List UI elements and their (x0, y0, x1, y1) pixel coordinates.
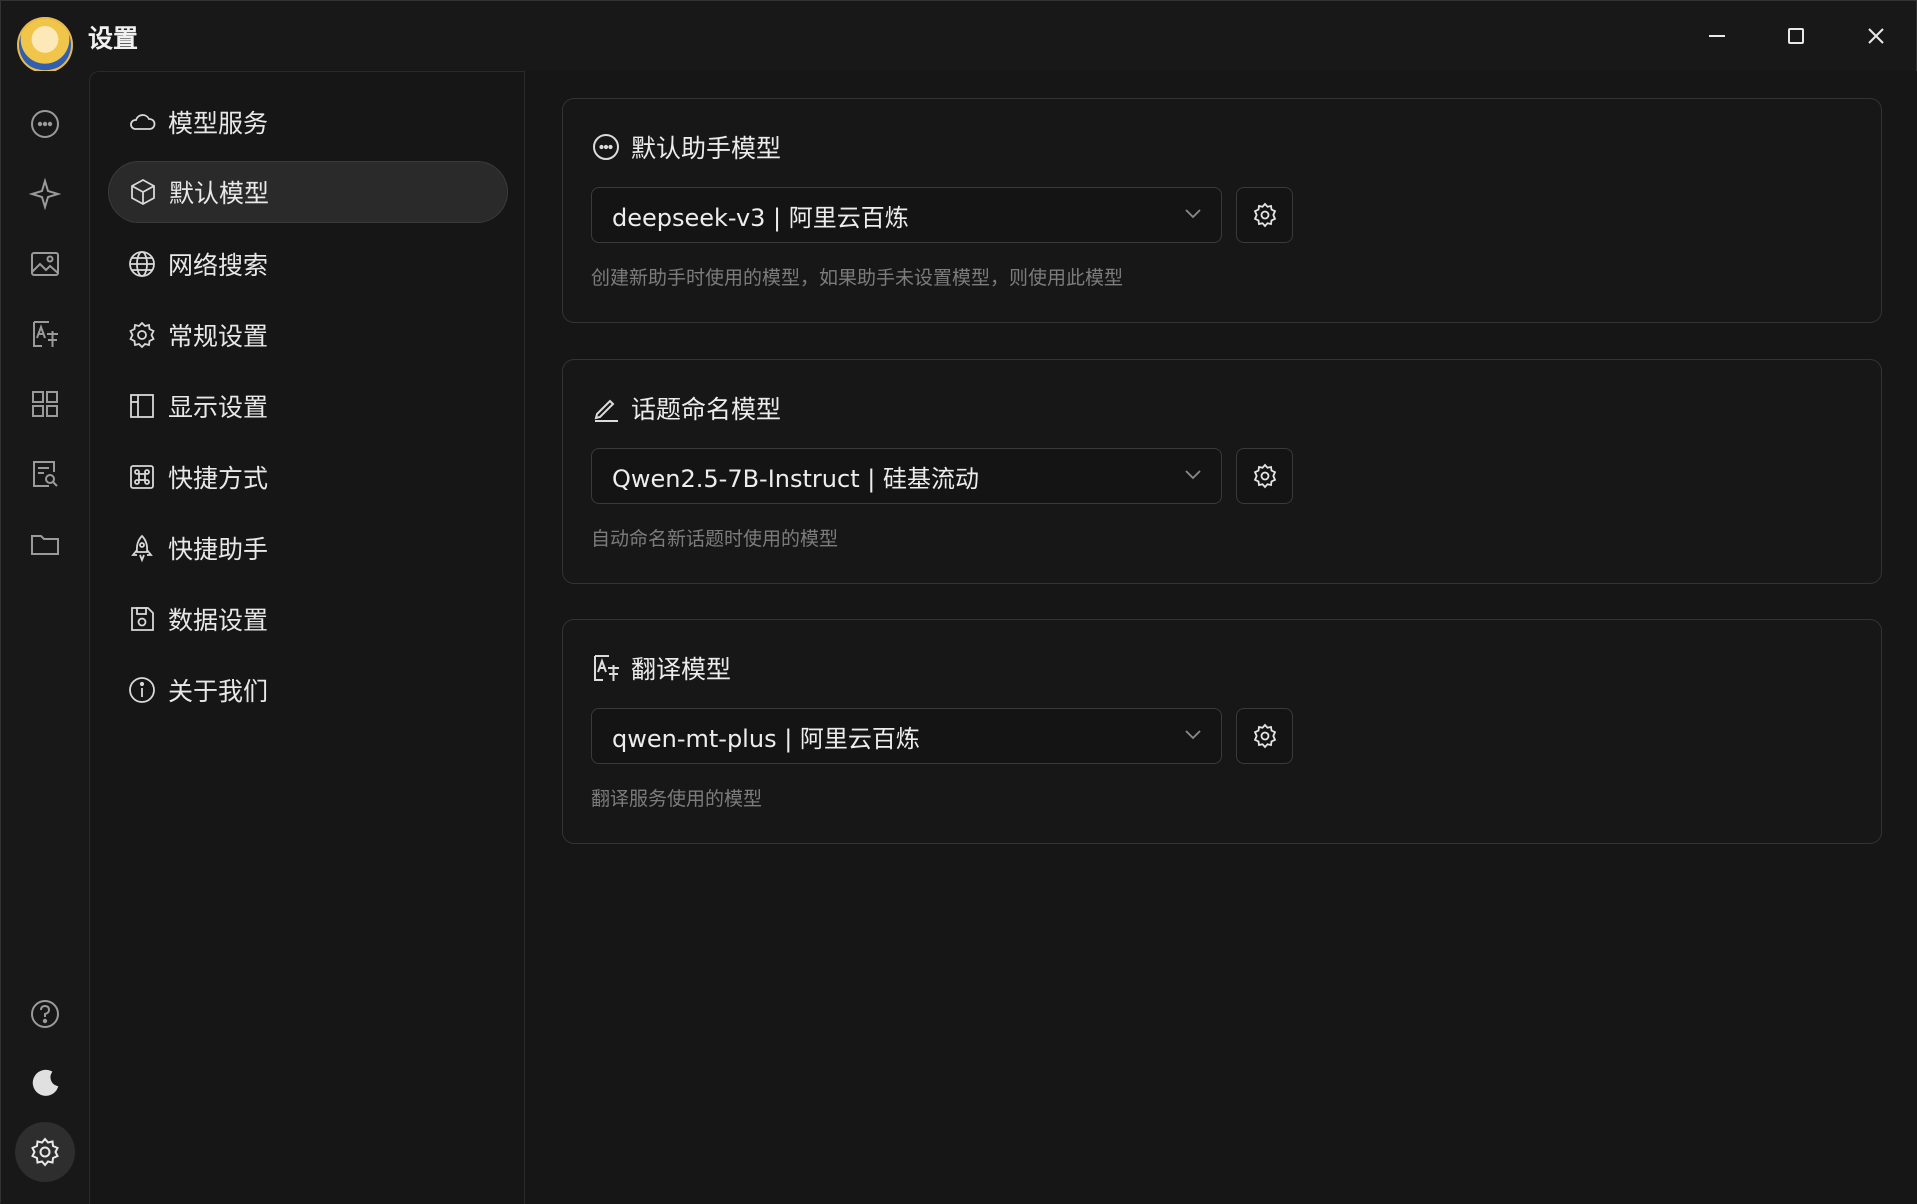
settings-menu: 模型服务 默认模型 网络搜索 常规设置 显示设置 快捷方式 快捷助手 数据设置 (89, 71, 525, 1204)
layout-icon (126, 390, 158, 422)
card-title: 翻译模型 (631, 655, 732, 684)
menu-item-label: 快捷方式 (168, 464, 269, 493)
menu-item-web-search[interactable]: 网络搜索 (108, 233, 508, 295)
rail-chat[interactable] (15, 94, 75, 154)
card-header: 默认助手模型 (591, 129, 781, 165)
gear-icon (1253, 723, 1276, 749)
pencil-icon (594, 399, 618, 422)
window-title: 设置 (88, 24, 139, 53)
folder-icon (31, 535, 59, 555)
maximize-button[interactable] (1769, 15, 1823, 57)
menu-item-quick-assistant[interactable]: 快捷助手 (108, 517, 508, 579)
menu-item-general-settings[interactable]: 常规设置 (108, 304, 508, 366)
gear-icon (126, 319, 158, 351)
rail-knowledge[interactable] (15, 444, 75, 504)
translation-model-select[interactable]: qwen-mt-plus | 阿里云百炼 (591, 708, 1222, 764)
gear-icon (1253, 202, 1276, 228)
default-assistant-model-card: 默认助手模型 deepseek-v3 | 阿里云百炼 创建新助手时使用的模型，如… (562, 98, 1882, 323)
menu-item-label: 常规设置 (168, 322, 269, 351)
menu-item-label: 默认模型 (169, 179, 270, 208)
menu-item-display-settings[interactable]: 显示设置 (108, 375, 508, 437)
rocket-icon (126, 532, 158, 564)
translate-icon (594, 655, 619, 681)
topic-naming-model-select[interactable]: Qwen2.5-7B-Instruct | 硅基流动 (591, 448, 1222, 504)
card-description: 创建新助手时使用的模型，如果助手未设置模型，则使用此模型 (591, 267, 1124, 289)
select-value: deepseek-v3 | 阿里云百炼 (612, 203, 909, 232)
default-assistant-model-select[interactable]: deepseek-v3 | 阿里云百炼 (591, 187, 1222, 243)
menu-item-shortcuts[interactable]: 快捷方式 (108, 446, 508, 508)
default-assistant-model-settings-button[interactable] (1236, 187, 1293, 243)
maximize-icon (1788, 28, 1804, 44)
menu-item-model-service[interactable]: 模型服务 (108, 91, 508, 153)
chat-bubble-icon (31, 110, 59, 138)
rail-apps[interactable] (15, 374, 75, 434)
select-value: qwen-mt-plus | 阿里云百炼 (612, 724, 920, 753)
rail-theme-toggle[interactable] (15, 1053, 75, 1113)
translate-icon (33, 321, 58, 347)
app-logo (17, 17, 73, 73)
close-icon (1868, 28, 1884, 44)
sparkle-icon (29, 178, 61, 210)
rail-files[interactable] (15, 514, 75, 574)
command-key-icon (126, 461, 158, 493)
menu-item-label: 关于我们 (168, 677, 269, 706)
save-disk-icon (126, 603, 158, 635)
menu-item-label: 模型服务 (168, 109, 269, 138)
image-icon (31, 252, 59, 276)
title-bar: 设置 (1, 1, 1917, 73)
app-window: 设置 模型服务 默认模型 网络搜索 常规设置 显示设置 快捷方式 快捷助手 数据… (0, 0, 1917, 1204)
info-icon (126, 674, 158, 706)
chevron-down-icon (1183, 203, 1203, 227)
card-description: 自动命名新话题时使用的模型 (591, 528, 839, 550)
icon-rail (1, 71, 89, 1204)
card-title: 话题命名模型 (631, 395, 782, 424)
menu-item-label: 数据设置 (168, 606, 269, 635)
menu-item-label: 快捷助手 (168, 535, 269, 564)
globe-icon (126, 248, 158, 280)
menu-item-about-us[interactable]: 关于我们 (108, 659, 508, 721)
card-header: 翻译模型 (591, 650, 731, 686)
translation-model-card: 翻译模型 qwen-mt-plus | 阿里云百炼 翻译服务使用的模型 (562, 619, 1882, 844)
translation-model-settings-button[interactable] (1236, 708, 1293, 764)
minimize-button[interactable] (1690, 15, 1744, 57)
card-title: 默认助手模型 (631, 134, 782, 163)
topic-naming-model-card: 话题命名模型 Qwen2.5-7B-Instruct | 硅基流动 自动命名新话… (562, 359, 1882, 584)
chat-bubble-icon (593, 134, 619, 160)
menu-item-data-settings[interactable]: 数据设置 (108, 588, 508, 650)
chevron-down-icon (1183, 724, 1203, 748)
gear-icon (31, 1137, 59, 1167)
apps-grid-icon (32, 391, 58, 417)
cloud-icon (126, 106, 158, 138)
rail-help[interactable] (15, 984, 75, 1044)
rail-translate[interactable] (15, 304, 75, 364)
menu-item-label: 网络搜索 (168, 251, 269, 280)
select-value: Qwen2.5-7B-Instruct | 硅基流动 (612, 464, 979, 493)
minimize-icon (1709, 35, 1725, 37)
chevron-down-icon (1183, 464, 1203, 488)
moon-icon (32, 1069, 59, 1096)
settings-content: 默认助手模型 deepseek-v3 | 阿里云百炼 创建新助手时使用的模型，如… (525, 71, 1917, 1204)
help-circle-icon (31, 1000, 59, 1028)
cube-icon (127, 176, 159, 208)
card-header: 话题命名模型 (591, 390, 781, 426)
rail-agents[interactable] (15, 164, 75, 224)
card-description: 翻译服务使用的模型 (591, 788, 763, 810)
menu-item-label: 显示设置 (168, 393, 269, 422)
gear-icon (1253, 463, 1276, 489)
document-search-icon (33, 461, 58, 487)
rail-settings[interactable] (15, 1122, 75, 1182)
menu-item-default-model[interactable]: 默认模型 (108, 161, 508, 223)
rail-paint[interactable] (15, 234, 75, 294)
close-button[interactable] (1849, 15, 1903, 57)
topic-naming-model-settings-button[interactable] (1236, 448, 1293, 504)
